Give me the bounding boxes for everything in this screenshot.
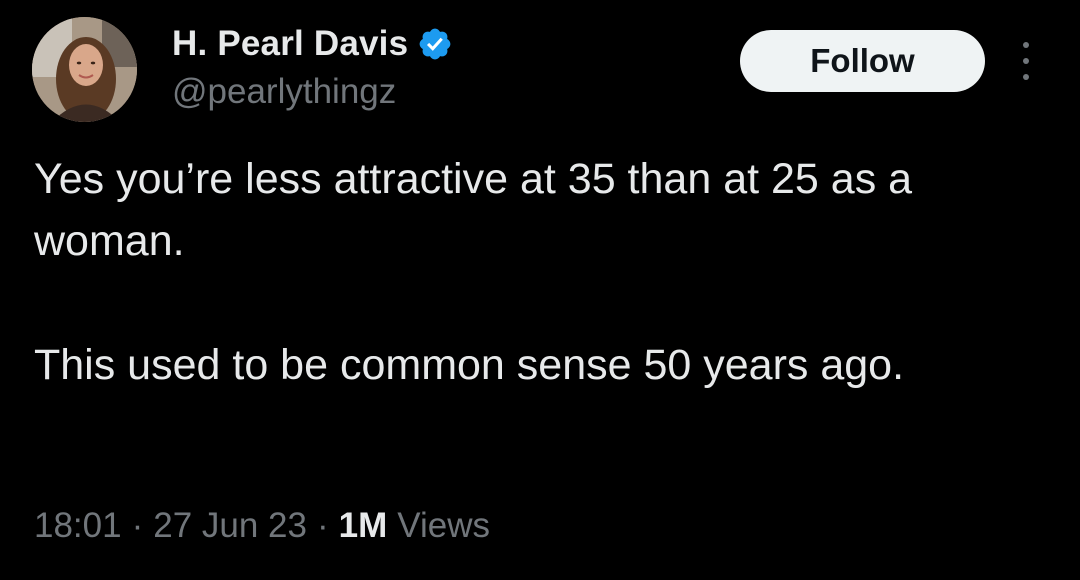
author-display-name[interactable]: H. Pearl Davis [172, 24, 408, 64]
verified-badge-icon[interactable] [417, 26, 453, 62]
tweet-paragraph: Yes you’re less attractive at 35 than at… [34, 155, 913, 265]
meta-separator: · [131, 506, 144, 545]
more-dot [1023, 58, 1029, 64]
tweet-time[interactable]: 18:01 [34, 506, 122, 546]
more-dot [1023, 74, 1029, 80]
avatar-photo-icon [32, 17, 137, 122]
meta-separator: · [317, 506, 329, 545]
author-avatar[interactable] [32, 17, 137, 122]
tweet-paragraph: This used to be common sense 50 years ag… [34, 341, 905, 389]
more-options-icon[interactable] [1008, 40, 1044, 82]
tweet-date[interactable]: 27 Jun 23 [153, 506, 307, 546]
views-label: Views [397, 506, 491, 545]
author-handle[interactable]: @pearlythingz [172, 72, 396, 112]
tweet-meta: 18:01 · 27 Jun 23 · 1M Views [34, 506, 490, 546]
tweet-card: H. Pearl Davis @pearlythingz Follow Yes … [0, 0, 1080, 580]
views-count: 1M [338, 506, 388, 545]
follow-button[interactable]: Follow [740, 30, 985, 92]
more-dot [1023, 42, 1029, 48]
tweet-text: Yes you’re less attractive at 35 than at… [34, 148, 1054, 396]
author-name-row: H. Pearl Davis [172, 22, 453, 66]
